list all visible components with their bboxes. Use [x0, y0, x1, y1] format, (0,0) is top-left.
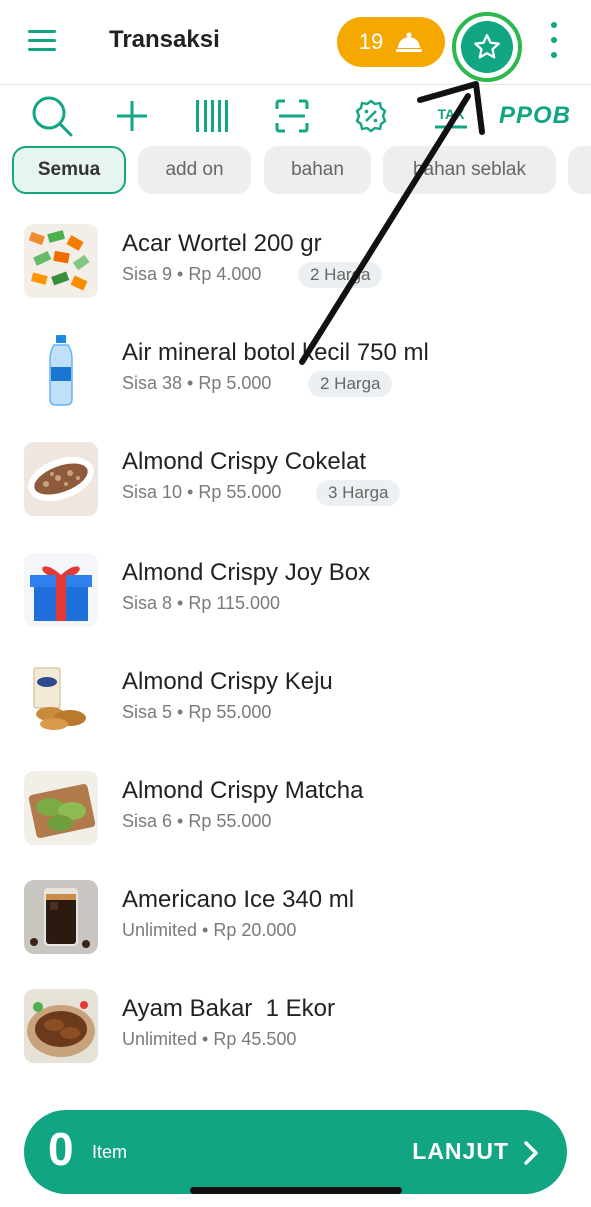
tax-button[interactable]: TAX — [423, 88, 479, 144]
almond-matcha-image — [28, 783, 96, 839]
pickled-carrot-image — [28, 230, 90, 291]
tax-icon: TAX — [435, 106, 467, 129]
barcode-icon — [196, 100, 228, 132]
product-name: Americano Ice 340 ml — [122, 886, 355, 913]
ppob-label: PPOB — [499, 102, 572, 129]
almond-chocolate-image — [28, 456, 94, 502]
product-name: Almond Crispy Joy Box — [122, 559, 371, 586]
water-bottle-image — [49, 335, 73, 406]
product-image — [24, 224, 98, 298]
product-name: Acar Wortel 200 gr — [122, 230, 322, 257]
open-orders-button[interactable]: 19 — [337, 17, 445, 67]
orders-count: 19 — [358, 29, 384, 54]
product-image — [24, 662, 98, 736]
chip-bahan[interactable]: bahan — [264, 146, 371, 194]
list-item[interactable]: Ayam Bakar 1 Ekor Unlimited • Rp 45.500 — [0, 975, 591, 1084]
product-name: Almond Crispy Matcha — [122, 777, 364, 804]
product-name: Almond Crispy Keju — [122, 668, 333, 695]
app-bar: Transaksi 19 — [0, 0, 591, 85]
page-title: Transaksi — [109, 26, 220, 53]
chip-bahan-seblak[interactable]: bahan seblak — [383, 146, 556, 194]
action-toolbar: TAX PPOB — [0, 88, 591, 144]
chip-semua[interactable]: Semua — [12, 146, 126, 194]
cart-item-count: 0 — [48, 1123, 74, 1175]
product-name: Ayam Bakar 1 Ekor — [122, 995, 335, 1022]
cart-bar[interactable]: 0 Item LANJUT — [24, 1110, 567, 1194]
almond-cheese-image — [33, 667, 86, 730]
list-item[interactable]: Almond Crispy Matcha Sisa 6 • Rp 55.000 — [0, 757, 591, 866]
favorite-button[interactable] — [452, 12, 522, 82]
list-item[interactable]: Americano Ice 340 ml Unlimited • Rp 20.0… — [0, 866, 591, 975]
product-stock-price: Unlimited • Rp 45.500 — [122, 1029, 297, 1049]
barcode-button[interactable] — [184, 88, 240, 144]
iced-coffee-image — [30, 888, 90, 948]
product-name: Air mineral botol kecil 750 ml — [122, 339, 429, 366]
chevron-right-icon — [524, 1141, 538, 1165]
product-image — [24, 880, 98, 954]
grilled-chicken-image — [27, 1001, 95, 1057]
product-stock-price: Sisa 8 • Rp 115.000 — [122, 593, 281, 613]
discount-icon — [355, 99, 387, 133]
add-product-button[interactable] — [104, 88, 160, 144]
cloche-icon — [396, 32, 423, 52]
product-stock-price: Sisa 5 • Rp 55.000 — [122, 702, 272, 722]
product-name: Almond Crispy Cokelat — [122, 448, 367, 475]
plus-icon — [117, 101, 147, 131]
product-stock-price: Sisa 6 • Rp 55.000 — [122, 811, 272, 831]
list-item[interactable]: Air mineral botol kecil 750 ml Sisa 38 •… — [0, 321, 591, 430]
list-item[interactable]: Almond Crispy Cokelat Sisa 10 • Rp 55.00… — [0, 430, 591, 539]
search-button[interactable] — [24, 88, 80, 144]
cart-item-label: Item — [92, 1142, 128, 1162]
list-item[interactable]: Almond Crispy Keju Sisa 5 • Rp 55.000 — [0, 648, 591, 757]
product-stock-price: Sisa 38 • Rp 5.000 — [122, 373, 272, 393]
product-image — [24, 989, 98, 1063]
price-variant-badge: 2 Harga — [298, 262, 383, 288]
tax-label: TAX — [438, 106, 466, 122]
product-stock-price: Sisa 10 • Rp 55.000 — [122, 482, 282, 502]
star-icon — [474, 34, 500, 59]
price-variant-badge: 3 Harga — [316, 480, 401, 506]
scan-button[interactable] — [264, 88, 320, 144]
category-filter: Semua add on bahan bahan seblak — [0, 146, 591, 196]
product-image — [24, 442, 98, 516]
list-item[interactable]: Almond Crispy Joy Box Sisa 8 • Rp 115.00… — [0, 539, 591, 648]
gift-box-image — [30, 566, 92, 621]
discount-button[interactable] — [343, 88, 399, 144]
chip-more[interactable] — [568, 146, 591, 194]
list-item[interactable]: Acar Wortel 200 gr Sisa 9 • Rp 4.000 2 H… — [0, 212, 591, 321]
product-stock-price: Sisa 9 • Rp 4.000 — [122, 264, 262, 284]
price-variant-badge: 2 Harga — [308, 371, 393, 397]
product-image — [24, 333, 98, 407]
ppob-button[interactable]: PPOB — [499, 88, 572, 144]
more-options-icon[interactable] — [545, 22, 563, 64]
product-stock-price: Unlimited • Rp 20.000 — [122, 920, 297, 940]
home-indicator — [190, 1187, 402, 1194]
chip-add-on[interactable]: add on — [138, 146, 251, 194]
continue-button[interactable]: LANJUT — [412, 1138, 509, 1165]
product-image — [24, 771, 98, 845]
search-icon — [32, 96, 73, 137]
product-image — [24, 553, 98, 627]
hamburger-icon[interactable] — [28, 30, 58, 52]
scan-icon — [275, 99, 309, 133]
